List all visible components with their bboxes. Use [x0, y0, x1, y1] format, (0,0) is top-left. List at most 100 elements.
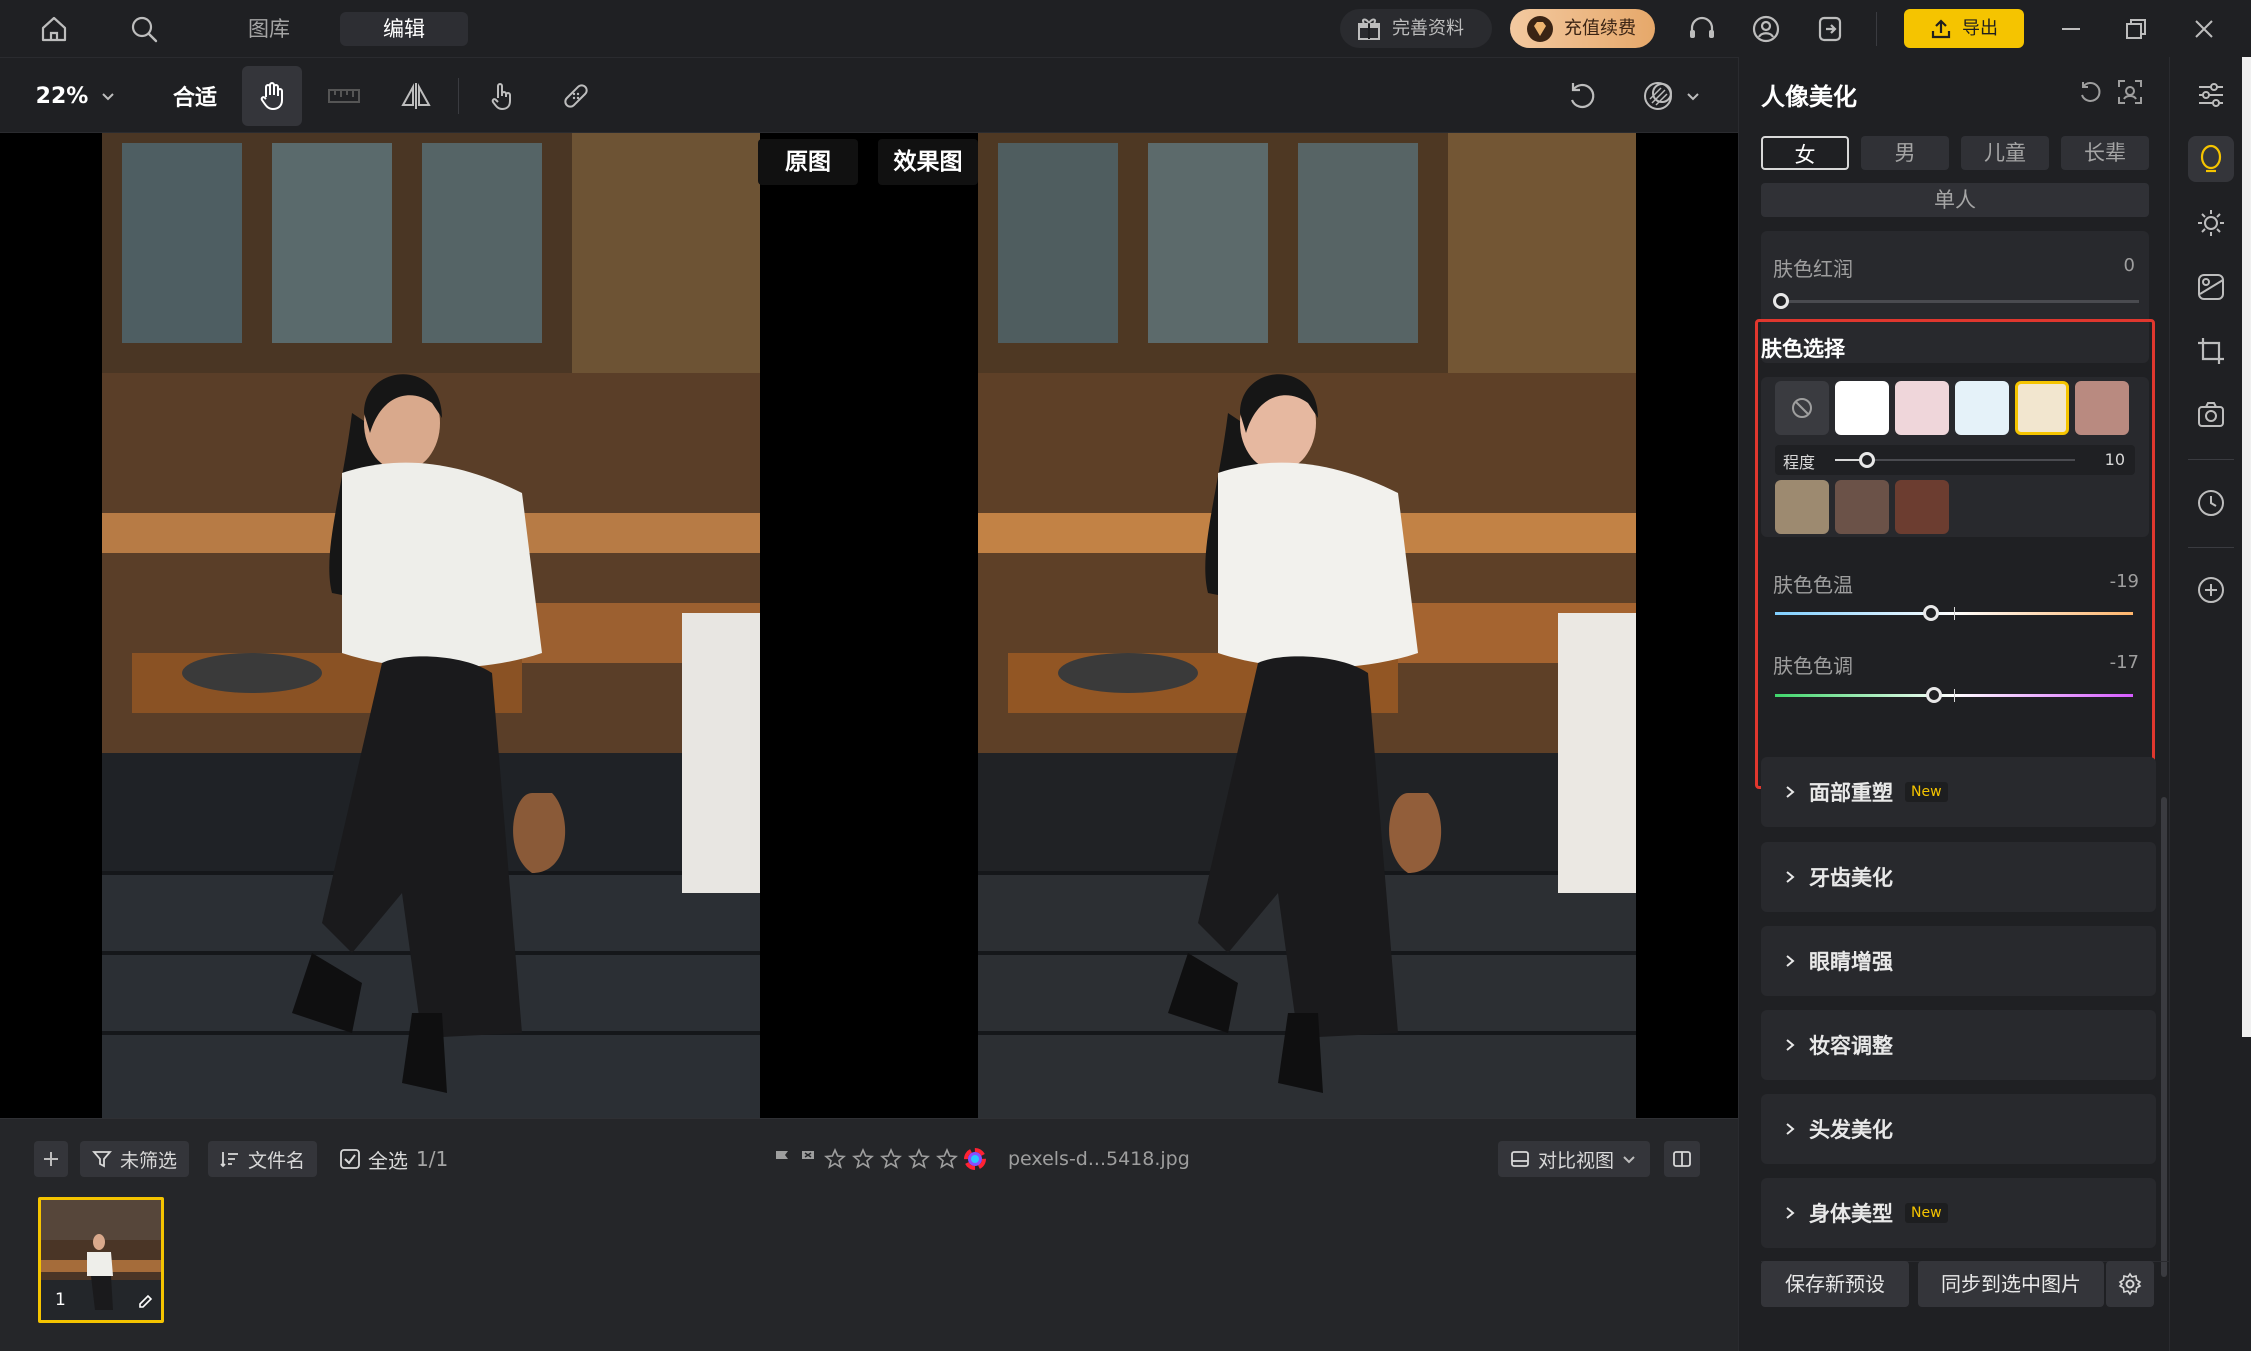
skin-color-swatch[interactable]	[1835, 480, 1889, 534]
filter-button[interactable]: 未筛选	[80, 1141, 190, 1177]
crop-icon[interactable]	[2188, 328, 2234, 374]
skin-color-swatch[interactable]	[1775, 480, 1829, 534]
sort-button[interactable]: 文件名	[208, 1141, 318, 1177]
sort-icon	[220, 1152, 238, 1168]
support-icon[interactable]	[1686, 13, 1718, 45]
tab-elder[interactable]: 长辈	[2061, 136, 2149, 170]
tool-strip	[2169, 57, 2251, 1351]
skin-ruddy-label: 肤色红润	[1773, 257, 1853, 281]
close-icon[interactable]	[2188, 13, 2220, 45]
face-scan-icon[interactable]	[2117, 79, 2143, 105]
camera-icon[interactable]	[2188, 392, 2234, 438]
star-icon[interactable]	[908, 1148, 930, 1170]
result-photo	[978, 133, 1636, 1118]
plus-icon	[44, 1152, 58, 1166]
skin-ruddy-slider[interactable]	[1779, 300, 2139, 303]
profile-button[interactable]: 完善资料	[1340, 9, 1492, 48]
degree-slider-thumb[interactable]	[1859, 452, 1875, 468]
select-all-label: 全选	[368, 1148, 408, 1173]
chevron-right-icon	[1786, 1207, 1795, 1219]
window-edge	[2242, 57, 2251, 1037]
skin-temp-slider-thumb[interactable]	[1923, 605, 1939, 621]
sync-settings-button[interactable]	[2106, 1261, 2154, 1307]
fit-button[interactable]: 合适	[160, 58, 230, 134]
reject-flag-icon[interactable]	[798, 1149, 818, 1169]
skin-ruddy-slider-thumb[interactable]	[1773, 293, 1789, 309]
portrait-icon[interactable]	[2188, 136, 2234, 182]
reset-icon[interactable]	[1562, 58, 1602, 134]
hand-tool-icon[interactable]	[242, 66, 302, 126]
search-icon[interactable]	[128, 13, 160, 45]
no-skin-color-swatch[interactable]	[1775, 381, 1829, 435]
star-icon[interactable]	[824, 1148, 846, 1170]
single-person-button[interactable]: 单人	[1761, 183, 2149, 217]
zoom-select[interactable]: 22%	[28, 58, 124, 134]
color-icon[interactable]	[2188, 264, 2234, 310]
sync-button[interactable]: 同步到选中图片	[1918, 1261, 2104, 1307]
new-badge: New	[1905, 1203, 1948, 1223]
tab-child[interactable]: 儿童	[1961, 136, 2049, 170]
new-badge: New	[1905, 782, 1948, 802]
star-icon[interactable]	[880, 1148, 902, 1170]
skin-color-swatch[interactable]	[1835, 381, 1889, 435]
result-label: 效果图	[878, 139, 978, 185]
ruler-icon[interactable]	[326, 58, 362, 134]
bandage-icon[interactable]	[556, 58, 596, 134]
panel-scrollbar[interactable]	[2161, 797, 2167, 1277]
touch-tool-icon[interactable]	[482, 58, 522, 134]
user-icon[interactable]	[1750, 13, 1782, 45]
tab-male[interactable]: 男	[1861, 136, 1949, 170]
light-icon[interactable]	[2188, 200, 2234, 246]
chevron-right-icon	[1786, 1039, 1795, 1051]
tab-female[interactable]: 女	[1761, 136, 1849, 170]
skin-tone-slider-thumb[interactable]	[1926, 687, 1942, 703]
portrait-panel: 人像美化 女 男 儿童 长辈 单人 肤色红润 0 肤色选择 程度 10 肤色色温…	[1738, 57, 2181, 1351]
export-button[interactable]: 导出	[1904, 9, 2024, 48]
skin-color-swatch[interactable]	[2015, 381, 2069, 435]
flag-icon[interactable]	[772, 1149, 792, 1169]
skin-color-swatch[interactable]	[1955, 381, 2009, 435]
star-icon[interactable]	[852, 1148, 874, 1170]
save-preset-button[interactable]: 保存新预设	[1761, 1261, 1909, 1307]
history-icon[interactable]	[2188, 480, 2234, 526]
skin-color-swatch[interactable]	[1895, 480, 1949, 534]
adjust-icon[interactable]	[2188, 72, 2234, 118]
restore-icon[interactable]	[2120, 13, 2152, 45]
section-body[interactable]: 身体美型 New	[1761, 1178, 2156, 1248]
recharge-button[interactable]: 充值续费	[1510, 9, 1655, 48]
chevron-right-icon	[1786, 955, 1795, 967]
original-photo	[102, 133, 760, 1118]
thumbnail-index: 1	[55, 1290, 66, 1310]
flip-icon[interactable]	[398, 58, 434, 134]
section-eyes[interactable]: 眼睛增强	[1761, 926, 2156, 996]
star-icon[interactable]	[936, 1148, 958, 1170]
section-face-reshape[interactable]: 面部重塑 New	[1761, 757, 2156, 827]
login-icon[interactable]	[1814, 13, 1846, 45]
section-teeth[interactable]: 牙齿美化	[1761, 842, 2156, 912]
tab-gallery[interactable]: 图库	[232, 12, 306, 46]
split-view-button[interactable]	[1664, 1141, 1700, 1177]
chevron-down-icon	[1623, 1156, 1635, 1164]
add-tool-icon[interactable]	[2188, 567, 2234, 613]
home-icon[interactable]	[38, 13, 70, 45]
undo-icon[interactable]	[2077, 79, 2103, 105]
photo-canvas[interactable]: 原图 效果图	[0, 133, 1738, 1118]
gear-icon	[2118, 1272, 2142, 1296]
section-makeup[interactable]: 妆容调整	[1761, 1010, 2156, 1080]
file-name: pexels-d...5418.jpg	[1008, 1148, 1190, 1170]
compare-view-select[interactable]: 对比视图	[1498, 1141, 1650, 1177]
divider	[2188, 459, 2234, 460]
skin-color-swatch[interactable]	[1895, 381, 1949, 435]
skin-ruddy-value: 0	[2123, 255, 2135, 276]
profile-label: 完善资料	[1392, 18, 1464, 39]
select-all-checkbox[interactable]: 全选 1/1	[340, 1141, 448, 1177]
mask-select[interactable]	[1634, 58, 1708, 134]
section-hair[interactable]: 头发美化	[1761, 1094, 2156, 1164]
skin-color-swatch[interactable]	[2075, 381, 2129, 435]
minimize-icon[interactable]	[2055, 13, 2087, 45]
add-button[interactable]	[34, 1141, 68, 1177]
tab-edit[interactable]: 编辑	[340, 12, 468, 46]
thumbnail[interactable]: 1	[38, 1197, 164, 1323]
color-label-icon[interactable]	[964, 1148, 986, 1170]
section-label: 妆容调整	[1809, 1034, 1893, 1058]
